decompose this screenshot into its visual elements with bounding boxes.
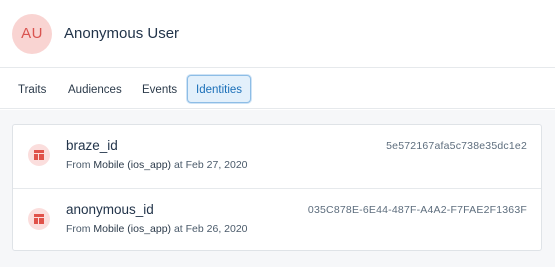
identities-list: braze_id From Mobile (ios_app) at Feb 27… [12,124,542,251]
profile-header: AU Anonymous User [0,0,555,68]
from-label: From [66,159,91,171]
user-name: Anonymous User [64,25,180,42]
tab-bar: Traits Audiences Events Identities [0,69,555,109]
identity-source-line: From Mobile (ios_app) at Feb 27, 2020 [66,159,248,171]
tab-traits[interactable]: Traits [9,75,55,103]
identity-value: 035C878E-6E44-487F-A4A2-F7FAE2F1363F [307,204,527,216]
identity-key: anonymous_id [66,202,154,217]
identity-source: Mobile (ios_app) [93,159,172,171]
avatar: AU [12,14,52,54]
identity-value: 5e572167afa5c738e35dc1e2 [386,140,527,152]
tab-events[interactable]: Events [133,75,186,103]
tab-audiences[interactable]: Audiences [59,75,131,103]
identity-source-line: From Mobile (ios_app) at Feb 26, 2020 [66,223,248,235]
identities-content: braze_id From Mobile (ios_app) at Feb 27… [0,110,555,267]
identity-date: at Feb 27, 2020 [173,159,248,171]
identity-date: at Feb 26, 2020 [173,223,248,235]
table-icon [28,208,50,230]
table-icon [28,144,50,166]
from-label: From [66,223,91,235]
tab-identities[interactable]: Identities [187,75,252,103]
identity-row: anonymous_id From Mobile (ios_app) at Fe… [13,188,541,250]
identity-key: braze_id [66,138,118,153]
identity-row: braze_id From Mobile (ios_app) at Feb 27… [13,125,541,187]
identity-source: Mobile (ios_app) [93,223,172,235]
